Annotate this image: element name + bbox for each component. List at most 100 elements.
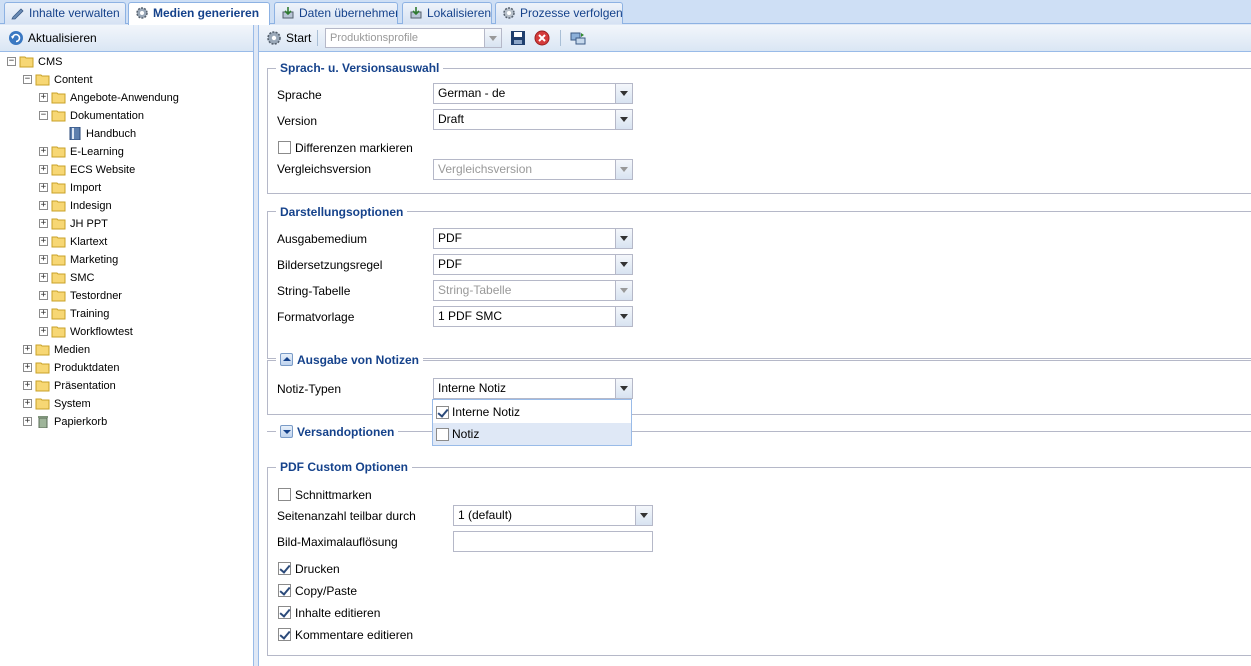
tree-node-label: Indesign [70,200,112,212]
compare-version-label: Vergleichsversion [277,162,372,176]
production-profile-select[interactable]: Produktionsprofile [325,28,502,48]
expand-toggle[interactable]: + [23,363,32,372]
tree-node-label: Dokumentation [70,110,144,122]
copy-paste-checkbox[interactable] [278,584,291,597]
note-type-label: Interne Notiz [452,405,521,419]
output-medium-select[interactable]: PDF [433,228,633,249]
tab-label: Inhalte verwalten [29,6,120,20]
chevron-down-icon[interactable] [615,255,632,274]
folder-icon [51,290,66,302]
start-gear-icon [267,31,281,45]
pencil-icon [11,8,24,20]
chevron-down-icon[interactable] [484,29,501,47]
production-profile-placeholder: Produktionsprofile [330,32,419,44]
tree-toolbar: Aktualisieren [0,25,253,52]
notes-output-title: Ausgabe von Notizen [297,353,420,367]
language-value: German - de [438,86,506,100]
note-types-label: Notiz-Typen [277,382,342,396]
tree-node-label: Medien [54,344,91,356]
collapse-toggle[interactable]: − [23,75,32,84]
image-replacement-label: Bildersetzungsregel [277,258,383,272]
expand-toggle[interactable]: + [23,345,32,354]
note-types-select[interactable]: Interne Notiz [433,378,633,399]
collapse-section-icon[interactable] [280,353,293,366]
edit-comments-label: Kommentare editieren [295,628,414,642]
note-type-checkbox[interactable] [436,406,449,419]
version-label: Version [277,114,318,128]
tree-node-label: Workflowtest [70,326,133,338]
image-replacement-select[interactable]: PDF [433,254,633,275]
crop-marks-checkbox[interactable] [278,488,291,501]
save-icon[interactable] [510,30,526,46]
chevron-down-icon[interactable] [635,506,652,525]
compare-version-select[interactable]: Vergleichsversion [433,159,633,180]
chevron-down-icon[interactable] [615,84,632,103]
expand-toggle[interactable]: + [39,291,48,300]
collapse-toggle[interactable]: − [39,111,48,120]
expand-toggle[interactable]: + [39,183,48,192]
import-icon [282,7,294,19]
start-label: Start [286,31,312,45]
start-button[interactable]: Start [266,29,311,47]
mark-differences-checkbox[interactable] [278,141,291,154]
tree-node-label: Testordner [70,290,122,302]
language-version-fieldset [267,68,1251,194]
chevron-down-icon[interactable] [615,160,632,179]
chevron-down-icon[interactable] [615,281,632,300]
tree-node-label: Präsentation [54,380,116,392]
delete-icon[interactable] [534,30,550,46]
expand-toggle[interactable]: + [39,327,48,336]
expand-toggle[interactable]: + [39,309,48,318]
expand-toggle[interactable]: + [39,237,48,246]
expand-toggle[interactable]: + [39,165,48,174]
max-image-resolution-input[interactable] [453,531,653,552]
chevron-down-icon[interactable] [615,379,632,398]
pdf-custom-legend: PDF Custom Optionen [276,460,412,474]
expand-toggle[interactable]: + [39,93,48,102]
tab-lokalisieren[interactable]: Lokalisieren [402,2,492,24]
tab-prozesse-verfolgen[interactable]: Prozesse verfolgen [495,2,623,24]
expand-toggle[interactable]: + [39,147,48,156]
expand-toggle[interactable]: + [23,381,32,390]
tree-node-label: Import [70,182,102,194]
tab-label: Daten übernehmen [299,6,398,20]
tree-node-label: System [54,398,91,410]
expand-toggle[interactable]: + [39,201,48,210]
refresh-button[interactable]: Aktualisieren [8,29,97,47]
tab-daten-uebernehmen[interactable]: Daten übernehmen [274,2,398,24]
folder-icon [51,182,66,194]
language-select[interactable]: German - de [433,83,633,104]
expand-toggle[interactable]: + [39,273,48,282]
page-count-divisible-select[interactable]: 1 (default) [453,505,653,526]
expand-toggle[interactable]: + [23,399,32,408]
process-gear-icon [503,7,515,19]
expand-toggle[interactable]: + [39,255,48,264]
expand-toggle[interactable]: + [39,219,48,228]
edit-comments-checkbox[interactable] [278,628,291,641]
notes-output-fieldset [267,360,1251,415]
format-template-select[interactable]: 1 PDF SMC [433,306,633,327]
note-type-option-interne-notiz[interactable]: Interne Notiz [433,401,631,423]
chevron-down-icon[interactable] [615,229,632,248]
note-type-option-notiz[interactable]: Notiz [433,423,631,445]
edit-content-checkbox[interactable] [278,606,291,619]
notes-output-legend: Ausgabe von Notizen [276,353,424,367]
shipping-options-legend: Versandoptionen [276,425,399,439]
note-type-checkbox[interactable] [436,428,449,441]
shipping-options-title: Versandoptionen [297,425,395,439]
chevron-down-icon[interactable] [615,110,632,129]
expand-section-icon[interactable] [280,425,293,438]
collapse-toggle[interactable]: − [7,57,16,66]
expand-toggle[interactable]: + [23,417,32,426]
tab-inhalte-verwalten[interactable]: Inhalte verwalten [4,2,126,24]
transfer-icon[interactable] [570,31,586,46]
tab-medien-generieren[interactable]: Medien generieren [128,2,270,25]
string-table-select[interactable]: String-Tabelle [433,280,633,301]
tree-node-label: Angebote-Anwendung [70,92,179,104]
print-checkbox[interactable] [278,562,291,575]
version-select[interactable]: Draft [433,109,633,130]
content-tree-panel: Aktualisieren − CMS − Content + Angebote… [0,25,254,666]
chevron-down-icon[interactable] [615,307,632,326]
trash-icon [38,416,48,428]
output-medium-label: Ausgabemedium [277,232,368,246]
